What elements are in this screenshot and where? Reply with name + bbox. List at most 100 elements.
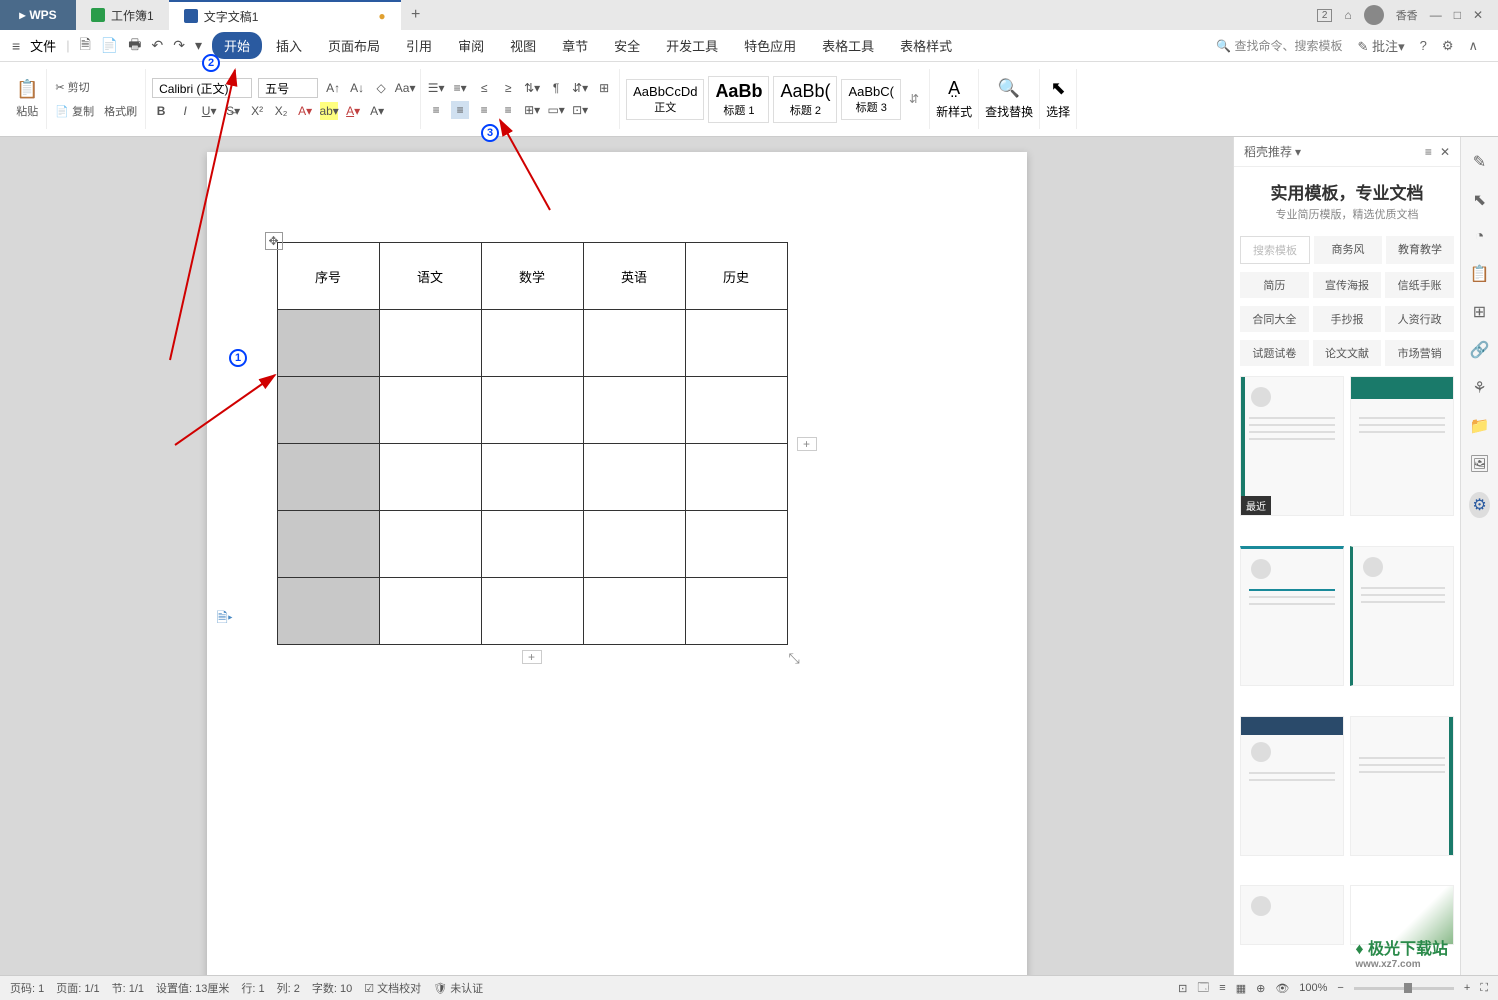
- cut-button[interactable]: ✂ 剪切: [53, 77, 139, 97]
- table-cell[interactable]: [685, 377, 787, 444]
- find-replace-button[interactable]: 查找替换: [985, 103, 1033, 120]
- add-row-button[interactable]: +: [522, 650, 542, 664]
- status-page-num[interactable]: 页码: 1: [10, 980, 44, 996]
- page-nav-icon[interactable]: 🗎▸: [217, 607, 233, 631]
- size-select[interactable]: [258, 78, 318, 98]
- fullscreen-icon[interactable]: ⛶: [1480, 982, 1488, 995]
- template-thumb[interactable]: [1350, 546, 1454, 686]
- dropdown-icon[interactable]: ▾: [195, 37, 202, 54]
- table-cell[interactable]: [379, 511, 481, 578]
- panel-close-icon[interactable]: ✕: [1440, 145, 1450, 159]
- select-button[interactable]: 选择: [1046, 103, 1070, 120]
- menu-tab-ref[interactable]: 引用: [394, 32, 444, 59]
- table-cell[interactable]: [685, 310, 787, 377]
- table-cell[interactable]: [685, 444, 787, 511]
- menu-tab-layout[interactable]: 页面布局: [316, 32, 392, 59]
- status-page[interactable]: 页面: 1/1: [56, 980, 99, 996]
- menu-tab-security[interactable]: 安全: [602, 32, 652, 59]
- menu-tab-start[interactable]: 开始: [212, 32, 262, 59]
- table-cell[interactable]: [481, 444, 583, 511]
- zoom-in-button[interactable]: +: [1464, 982, 1470, 994]
- filter-button[interactable]: 人资行政: [1385, 306, 1454, 332]
- grid-icon[interactable]: ⊞: [1473, 302, 1486, 322]
- align-right-icon[interactable]: ≡: [475, 101, 493, 119]
- table-header[interactable]: 语文: [379, 243, 481, 310]
- filter-button[interactable]: 商务风: [1314, 236, 1382, 264]
- clear-format-icon[interactable]: ◇: [372, 79, 390, 97]
- increase-font-icon[interactable]: A↑: [324, 79, 342, 97]
- user-avatar[interactable]: [1364, 5, 1384, 25]
- maximize-button[interactable]: □: [1454, 8, 1461, 22]
- table-cell[interactable]: [583, 377, 685, 444]
- menu-tab-dev[interactable]: 开发工具: [654, 32, 730, 59]
- help-button[interactable]: ?: [1420, 38, 1427, 53]
- view-mode-icon[interactable]: ▦: [1236, 982, 1246, 995]
- save-icon[interactable]: 🗎: [80, 34, 91, 58]
- decrease-indent-icon[interactable]: ≤: [475, 79, 493, 97]
- zoom-slider[interactable]: [1354, 987, 1454, 990]
- hamburger-icon[interactable]: ≡: [12, 38, 20, 54]
- paste-button[interactable]: 📋 粘贴: [14, 77, 40, 121]
- view-mode-icon[interactable]: ⊕: [1256, 982, 1265, 995]
- pencil-icon[interactable]: ✎: [1473, 152, 1486, 172]
- template-search-input[interactable]: 搜索模板: [1240, 236, 1310, 264]
- style-h2[interactable]: AaBb(标题 2: [773, 76, 837, 123]
- table-cell[interactable]: [379, 444, 481, 511]
- filter-button[interactable]: 试题试卷: [1240, 340, 1309, 366]
- numbering-icon[interactable]: ≡▾: [451, 79, 469, 97]
- file-menu[interactable]: 文件: [30, 36, 56, 55]
- zoom-out-button[interactable]: −: [1337, 982, 1343, 994]
- table-cell[interactable]: [685, 578, 787, 645]
- close-button[interactable]: ✕: [1473, 8, 1483, 22]
- redo-icon[interactable]: ↷: [173, 37, 185, 54]
- font-select[interactable]: [152, 78, 252, 98]
- menu-tab-table-style[interactable]: 表格样式: [888, 32, 964, 59]
- table-header[interactable]: 数学: [481, 243, 583, 310]
- table-move-handle[interactable]: ✥: [265, 232, 283, 250]
- filter-button[interactable]: 简历: [1240, 272, 1309, 298]
- text-effect-icon[interactable]: A▾: [296, 102, 314, 120]
- menu-tab-feature[interactable]: 特色应用: [732, 32, 808, 59]
- search-commands[interactable]: 🔍 查找命令、搜索模板: [1216, 37, 1342, 54]
- menu-tab-table-tools[interactable]: 表格工具: [810, 32, 886, 59]
- collapse-ribbon-icon[interactable]: ∧: [1468, 38, 1478, 54]
- clipboard-icon[interactable]: 📋: [1470, 264, 1490, 284]
- tab-spreadsheet[interactable]: 工作簿1: [76, 0, 169, 30]
- status-proof[interactable]: ☑ 文档校对: [364, 980, 421, 996]
- style-normal[interactable]: AaBbCcDd正文: [626, 79, 704, 120]
- table-cell[interactable]: [583, 444, 685, 511]
- strike-icon[interactable]: S̶▾: [224, 102, 242, 120]
- panel-settings-icon[interactable]: ≡: [1425, 145, 1432, 159]
- find-icon[interactable]: 🔍: [998, 78, 1020, 99]
- tab-document[interactable]: 文字文稿1 ●: [169, 0, 401, 30]
- bullets-icon[interactable]: ☰▾: [427, 79, 445, 97]
- add-column-button[interactable]: +: [797, 437, 817, 451]
- new-style-icon[interactable]: A̤: [948, 78, 960, 99]
- link-icon[interactable]: 🔗: [1470, 340, 1490, 360]
- align-justify-icon[interactable]: ≡: [499, 101, 517, 119]
- image-icon[interactable]: 🖼: [1469, 454, 1489, 474]
- table-cell[interactable]: [277, 444, 379, 511]
- change-case-icon[interactable]: Aa▾: [396, 79, 414, 97]
- table-cell[interactable]: [379, 377, 481, 444]
- select-icon[interactable]: ⬉: [1051, 78, 1066, 99]
- cursor-icon[interactable]: ⬉: [1473, 190, 1486, 210]
- fill-color-icon[interactable]: ▭▾: [547, 101, 565, 119]
- print-icon[interactable]: 📄: [101, 37, 118, 54]
- new-style-button[interactable]: 新样式: [936, 103, 972, 120]
- underline-icon[interactable]: U▾: [200, 102, 218, 120]
- add-tab-button[interactable]: +: [401, 6, 431, 24]
- superscript-icon[interactable]: X²: [248, 102, 266, 120]
- filter-button[interactable]: 教育教学: [1386, 236, 1454, 264]
- template-thumb[interactable]: [1350, 376, 1454, 516]
- pilcrow-icon[interactable]: ¶: [547, 79, 565, 97]
- view-mode-icon[interactable]: 👁: [1275, 982, 1289, 995]
- align-center-icon[interactable]: ≡: [451, 101, 469, 119]
- wps-logo[interactable]: ▸WPS: [0, 0, 76, 30]
- align-left-icon[interactable]: ≡: [427, 101, 445, 119]
- filter-button[interactable]: 手抄报: [1313, 306, 1382, 332]
- distribute-icon[interactable]: ⊞▾: [523, 101, 541, 119]
- style-h3[interactable]: AaBbC(标题 3: [841, 79, 901, 120]
- font-color-icon[interactable]: A▾: [344, 102, 362, 120]
- highlight-icon[interactable]: ab▾: [320, 102, 338, 120]
